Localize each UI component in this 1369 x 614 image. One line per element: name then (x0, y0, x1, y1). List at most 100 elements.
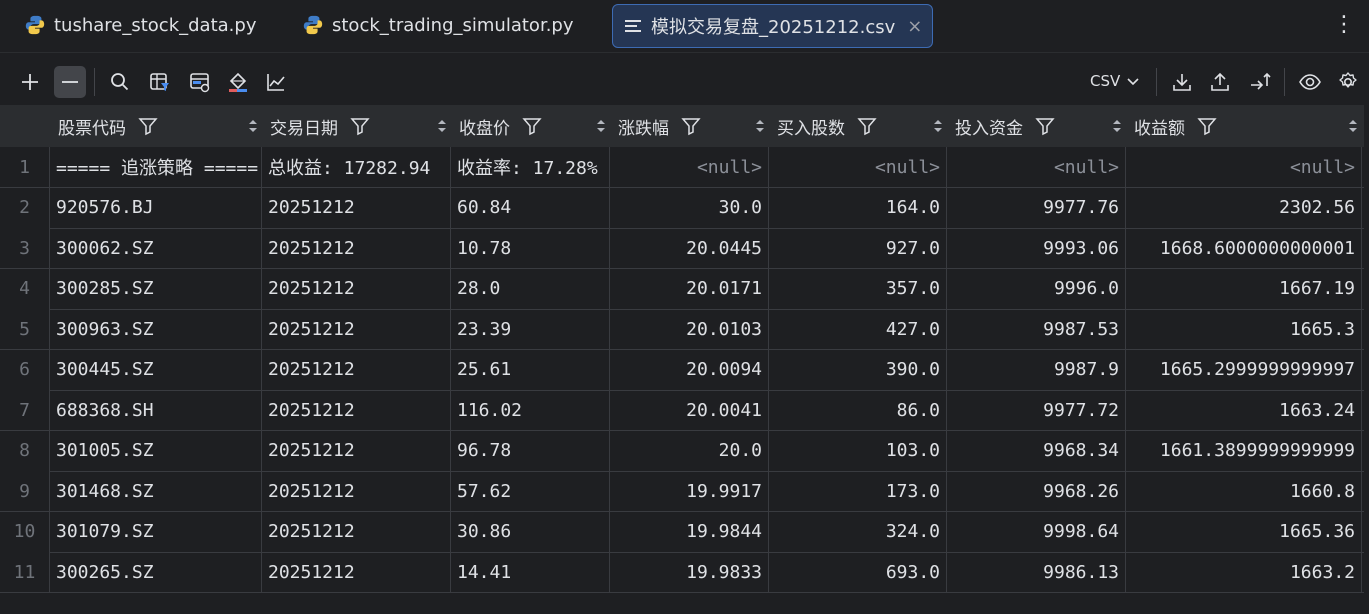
cell-close-price[interactable]: 96.78 (451, 430, 610, 471)
view-button[interactable] (1294, 66, 1326, 98)
cell-profit[interactable]: 1665.2999999999997 (1126, 349, 1362, 390)
cell-shares-bought[interactable]: 173.0 (769, 471, 947, 511)
cell-stock-code[interactable]: 300285.SZ (50, 268, 262, 309)
cell-stock-code[interactable]: 300445.SZ (50, 349, 262, 390)
transpose-button[interactable] (1244, 66, 1276, 98)
cell-trade-date[interactable]: 20251212 (262, 390, 451, 430)
cell-stock-code[interactable]: 688368.SH (50, 390, 262, 430)
table-row[interactable]: 8 301005.SZ 20251212 96.78 20.0 103.0 9968.34 1… (0, 430, 1364, 472)
column-header-stock-code[interactable]: 股票代码 (50, 105, 270, 147)
color-fill-button[interactable] (222, 66, 254, 98)
cell-close-price[interactable]: 30.86 (451, 511, 610, 552)
cell-shares-bought[interactable]: 357.0 (769, 268, 947, 309)
cell-close-price[interactable]: 57.62 (451, 471, 610, 511)
table-row[interactable]: 6 300445.SZ 20251212 25.61 20.0094 390.0 9987.… (0, 349, 1364, 391)
cell-stock-code[interactable]: 300265.SZ (50, 552, 262, 592)
sort-icon[interactable] (755, 118, 765, 134)
cell-stock-code[interactable]: 300963.SZ (50, 309, 262, 349)
filter-icon[interactable] (1197, 116, 1217, 136)
cell-shares-bought[interactable]: 324.0 (769, 511, 947, 552)
filter-icon[interactable] (857, 116, 877, 136)
cell-stock-code[interactable]: 301005.SZ (50, 430, 262, 471)
cell-close-price[interactable]: 收益率: 17.28% (451, 147, 610, 187)
sort-icon[interactable] (437, 118, 447, 134)
more-menu-icon[interactable]: ⋮ (1333, 10, 1355, 40)
view-rows-button[interactable] (184, 66, 216, 98)
cell-change-pct[interactable]: 20.0094 (610, 349, 769, 390)
cell-trade-date[interactable]: 20251212 (262, 471, 451, 511)
cell-stock-code[interactable]: ===== 追涨策略 ===== (50, 147, 262, 187)
filter-icon[interactable] (522, 116, 542, 136)
column-header-capital[interactable]: 投入资金 (947, 105, 1134, 147)
table-row[interactable]: 3 300062.SZ 20251212 10.78 20.0445 927.0 9993.… (0, 228, 1364, 269)
table-row[interactable]: 4 300285.SZ 20251212 28.0 20.0171 357.0 9996.0… (0, 268, 1364, 310)
cell-stock-code[interactable]: 920576.BJ (50, 187, 262, 228)
cell-capital[interactable]: 9987.9 (947, 349, 1126, 390)
sort-icon[interactable] (248, 118, 258, 134)
cell-capital[interactable]: 9986.13 (947, 552, 1126, 592)
cell-capital[interactable]: 9968.26 (947, 471, 1126, 511)
cell-change-pct[interactable]: 19.9917 (610, 471, 769, 511)
cell-profit[interactable]: 1663.2 (1126, 552, 1362, 592)
cell-trade-date[interactable]: 20251212 (262, 228, 451, 268)
column-header-change-pct[interactable]: 涨跌幅 (610, 105, 777, 147)
cell-close-price[interactable]: 23.39 (451, 309, 610, 349)
cell-trade-date[interactable]: 20251212 (262, 349, 451, 390)
cell-stock-code[interactable]: 301468.SZ (50, 471, 262, 511)
tab-csv-review[interactable]: 模拟交易复盘_20251212.csv × (612, 4, 934, 48)
cell-change-pct[interactable]: 19.9833 (610, 552, 769, 592)
cell-profit[interactable]: 1665.36 (1126, 511, 1362, 552)
cell-close-price[interactable]: 116.02 (451, 390, 610, 430)
cell-capital[interactable]: 9968.34 (947, 430, 1126, 471)
cell-change-pct[interactable]: 20.0445 (610, 228, 769, 268)
cell-shares-bought[interactable]: 693.0 (769, 552, 947, 592)
cell-shares-bought[interactable]: <null> (769, 147, 947, 187)
cell-change-pct[interactable]: 20.0 (610, 430, 769, 471)
cell-change-pct[interactable]: <null> (610, 147, 769, 187)
cell-trade-date[interactable]: 20251212 (262, 268, 451, 309)
cell-stock-code[interactable]: 301079.SZ (50, 511, 262, 552)
cell-capital[interactable]: 9993.06 (947, 228, 1126, 268)
cell-close-price[interactable]: 10.78 (451, 228, 610, 268)
close-icon[interactable]: × (907, 16, 922, 37)
cell-close-price[interactable]: 25.61 (451, 349, 610, 390)
filter-icon[interactable] (350, 116, 370, 136)
table-row[interactable]: 10 301079.SZ 20251212 30.86 19.9844 324.0 9998… (0, 511, 1364, 553)
cell-change-pct[interactable]: 19.9844 (610, 511, 769, 552)
add-row-button[interactable] (14, 66, 46, 98)
cell-close-price[interactable]: 14.41 (451, 552, 610, 592)
filter-icon[interactable] (138, 116, 158, 136)
cell-close-price[interactable]: 28.0 (451, 268, 610, 309)
cell-trade-date[interactable]: 20251212 (262, 309, 451, 349)
search-button[interactable] (104, 66, 136, 98)
table-row[interactable]: 7 688368.SH 20251212 116.02 20.0041 86.0 9977.… (0, 390, 1364, 431)
cell-capital[interactable]: 9998.64 (947, 511, 1126, 552)
column-header-profit[interactable]: 收益额 (1126, 105, 1369, 147)
chart-button[interactable] (260, 66, 292, 98)
sort-icon[interactable] (1112, 118, 1122, 134)
format-selector[interactable]: CSV (1090, 72, 1140, 90)
filter-table-button[interactable] (144, 66, 176, 98)
cell-profit[interactable]: 1663.24 (1126, 390, 1362, 430)
cell-close-price[interactable]: 60.84 (451, 187, 610, 228)
cell-profit[interactable]: 1661.3899999999999 (1126, 430, 1362, 471)
cell-capital[interactable]: <null> (947, 147, 1126, 187)
cell-trade-date[interactable]: 20251212 (262, 187, 451, 228)
cell-shares-bought[interactable]: 390.0 (769, 349, 947, 390)
settings-button[interactable] (1332, 66, 1364, 98)
cell-profit[interactable]: 1665.3 (1126, 309, 1362, 349)
cell-trade-date[interactable]: 20251212 (262, 430, 451, 471)
table-row[interactable]: 9 301468.SZ 20251212 57.62 19.9917 173.0 9968.… (0, 471, 1364, 512)
cell-profit[interactable]: 1667.19 (1126, 268, 1362, 309)
cell-shares-bought[interactable]: 103.0 (769, 430, 947, 471)
import-button[interactable] (1166, 66, 1198, 98)
tab-tushare-stock-data[interactable]: tushare_stock_data.py (24, 4, 256, 46)
cell-profit[interactable]: <null> (1126, 147, 1362, 187)
tab-stock-trading-simulator[interactable]: stock_trading_simulator.py (302, 4, 574, 46)
table-row[interactable]: 1 ===== 追涨策略 ===== 总收益: 17282.94 收益率: 17.28… (0, 147, 1364, 188)
delete-row-button[interactable] (54, 66, 86, 98)
cell-trade-date[interactable]: 总收益: 17282.94 (262, 147, 451, 187)
cell-stock-code[interactable]: 300062.SZ (50, 228, 262, 268)
export-button[interactable] (1204, 66, 1236, 98)
table-row[interactable]: 11 300265.SZ 20251212 14.41 19.9833 693.0 9986… (0, 552, 1364, 593)
